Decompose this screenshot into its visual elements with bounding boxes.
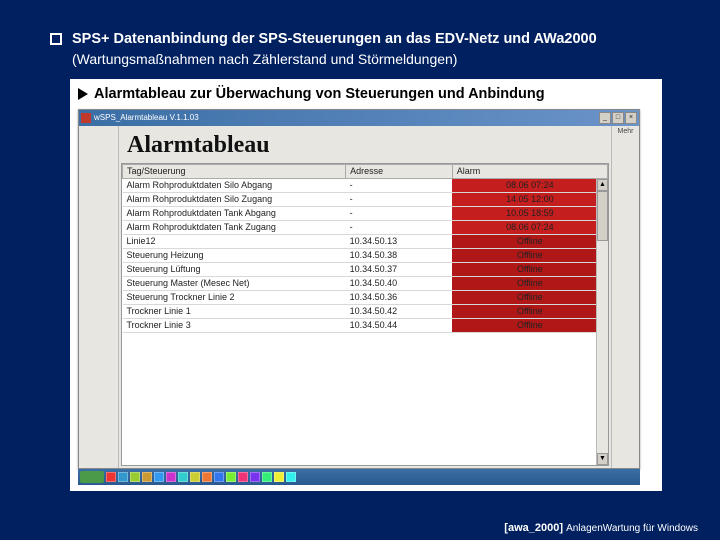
minimize-button[interactable]: _ (599, 112, 611, 124)
right-sidebar: Mehr (611, 126, 639, 468)
taskbar-app-icon[interactable] (178, 472, 188, 482)
taskbar-app-icon[interactable] (286, 472, 296, 482)
cell-addr: 10.34.50.44 (346, 318, 453, 332)
footer-brand-name: [awa_2000] (504, 522, 563, 534)
cell-addr: - (346, 220, 453, 234)
table-row[interactable]: Alarm Rohproduktdaten Tank Zugang-08.06 … (123, 220, 608, 234)
cell-alarm: Offline (452, 262, 607, 276)
cell-alarm: 08.06 07:24 (452, 178, 607, 192)
bullet-square-icon (50, 33, 62, 45)
cell-tag: Steuerung Trockner Linie 2 (123, 290, 346, 304)
heading-sub: (Wartungsmaßnahmen nach Zählerstand und … (72, 51, 670, 67)
table-row[interactable]: Steuerung Trockner Linie 210.34.50.36Off… (123, 290, 608, 304)
taskbar-app-icon[interactable] (250, 472, 260, 482)
col-header-addr[interactable]: Adresse (346, 164, 453, 178)
taskbar[interactable] (78, 469, 640, 485)
heading-main: SPS+ Datenanbindung der SPS-Steuerungen … (72, 30, 597, 49)
taskbar-app-icon[interactable] (106, 472, 116, 482)
table-row[interactable]: Steuerung Master (Mesec Net)10.34.50.40O… (123, 276, 608, 290)
app-icon (81, 113, 91, 123)
app-title: Alarmtableau (119, 126, 611, 163)
scroll-thumb[interactable] (597, 191, 608, 241)
footer-brand: [awa_2000] AnlagenWartung für Windows (504, 522, 698, 534)
scroll-down-button[interactable]: ▼ (597, 453, 608, 465)
cell-addr: 10.34.50.42 (346, 304, 453, 318)
alarm-table: Tag/Steuerung Adresse Alarm Alarm Rohpro… (122, 164, 608, 333)
taskbar-app-icon[interactable] (202, 472, 212, 482)
cell-addr: - (346, 206, 453, 220)
footer-tagline: AnlagenWartung für Windows (566, 523, 698, 534)
cell-tag: Trockner Linie 1 (123, 304, 346, 318)
table-row[interactable]: Linie1210.34.50.13Offline (123, 234, 608, 248)
arrow-right-icon (78, 88, 88, 100)
taskbar-app-icon[interactable] (190, 472, 200, 482)
slide-header: SPS+ Datenanbindung der SPS-Steuerungen … (0, 0, 720, 79)
cell-tag: Alarm Rohproduktdaten Tank Zugang (123, 220, 346, 234)
cell-alarm: 14.05 12:00 (452, 192, 607, 206)
col-header-tag[interactable]: Tag/Steuerung (123, 164, 346, 178)
cell-alarm: 10.05 18:59 (452, 206, 607, 220)
alarm-table-container: Tag/Steuerung Adresse Alarm Alarm Rohpro… (121, 163, 609, 466)
cell-tag: Linie12 (123, 234, 346, 248)
table-row[interactable]: Trockner Linie 110.34.50.42Offline (123, 304, 608, 318)
taskbar-app-icon[interactable] (262, 472, 272, 482)
table-row[interactable]: Alarm Rohproduktdaten Silo Zugang-14.05 … (123, 192, 608, 206)
section-title: Alarmtableau zur Überwachung von Steueru… (92, 85, 547, 103)
taskbar-app-icon[interactable] (226, 472, 236, 482)
taskbar-app-icon[interactable] (154, 472, 164, 482)
taskbar-app-icon[interactable] (214, 472, 224, 482)
taskbar-app-icon[interactable] (274, 472, 284, 482)
cell-addr: 10.34.50.36 (346, 290, 453, 304)
cell-alarm: Offline (452, 318, 607, 332)
table-row[interactable]: Trockner Linie 310.34.50.44Offline (123, 318, 608, 332)
cell-alarm: Offline (452, 276, 607, 290)
cell-alarm: Offline (452, 234, 607, 248)
cell-tag: Trockner Linie 3 (123, 318, 346, 332)
cell-tag: Alarm Rohproduktdaten Tank Abgang (123, 206, 346, 220)
table-row[interactable]: Alarm Rohproduktdaten Tank Abgang-10.05 … (123, 206, 608, 220)
cell-addr: 10.34.50.13 (346, 234, 453, 248)
close-button[interactable]: × (625, 112, 637, 124)
vertical-scrollbar[interactable]: ▲ ▼ (596, 179, 608, 465)
cell-tag: Alarm Rohproduktdaten Silo Abgang (123, 178, 346, 192)
start-button[interactable] (80, 471, 104, 483)
cell-tag: Steuerung Master (Mesec Net) (123, 276, 346, 290)
scroll-up-button[interactable]: ▲ (597, 179, 608, 191)
table-empty-area (122, 333, 608, 465)
taskbar-app-icon[interactable] (238, 472, 248, 482)
table-row[interactable]: Alarm Rohproduktdaten Silo Abgang-08.06 … (123, 178, 608, 192)
taskbar-app-icon[interactable] (142, 472, 152, 482)
table-row[interactable]: Steuerung Lüftung10.34.50.37Offline (123, 262, 608, 276)
cell-addr: 10.34.50.38 (346, 248, 453, 262)
app-window: wSPS_Alarmtableau V.1.1.03 _ □ × Alarmta… (78, 109, 640, 469)
taskbar-app-icon[interactable] (166, 472, 176, 482)
cell-alarm: 08.06 07:24 (452, 220, 607, 234)
cell-alarm: Offline (452, 304, 607, 318)
cell-addr: 10.34.50.37 (346, 262, 453, 276)
cell-tag: Alarm Rohproduktdaten Silo Zugang (123, 192, 346, 206)
window-titlebar[interactable]: wSPS_Alarmtableau V.1.1.03 _ □ × (79, 110, 639, 126)
cell-addr: 10.34.50.40 (346, 276, 453, 290)
cell-alarm: Offline (452, 248, 607, 262)
taskbar-app-icon[interactable] (130, 472, 140, 482)
cell-alarm: Offline (452, 290, 607, 304)
col-header-alarm[interactable]: Alarm (452, 164, 607, 178)
cell-addr: - (346, 192, 453, 206)
table-row[interactable]: Steuerung Heizung10.34.50.38Offline (123, 248, 608, 262)
content-panel: Alarmtableau zur Überwachung von Steueru… (70, 79, 662, 491)
cell-tag: Steuerung Heizung (123, 248, 346, 262)
right-sidebar-label[interactable]: Mehr (614, 128, 637, 135)
left-sidebar (79, 126, 119, 468)
window-title: wSPS_Alarmtableau V.1.1.03 (94, 113, 598, 122)
maximize-button[interactable]: □ (612, 112, 624, 124)
taskbar-app-icon[interactable] (118, 472, 128, 482)
cell-tag: Steuerung Lüftung (123, 262, 346, 276)
cell-addr: - (346, 178, 453, 192)
